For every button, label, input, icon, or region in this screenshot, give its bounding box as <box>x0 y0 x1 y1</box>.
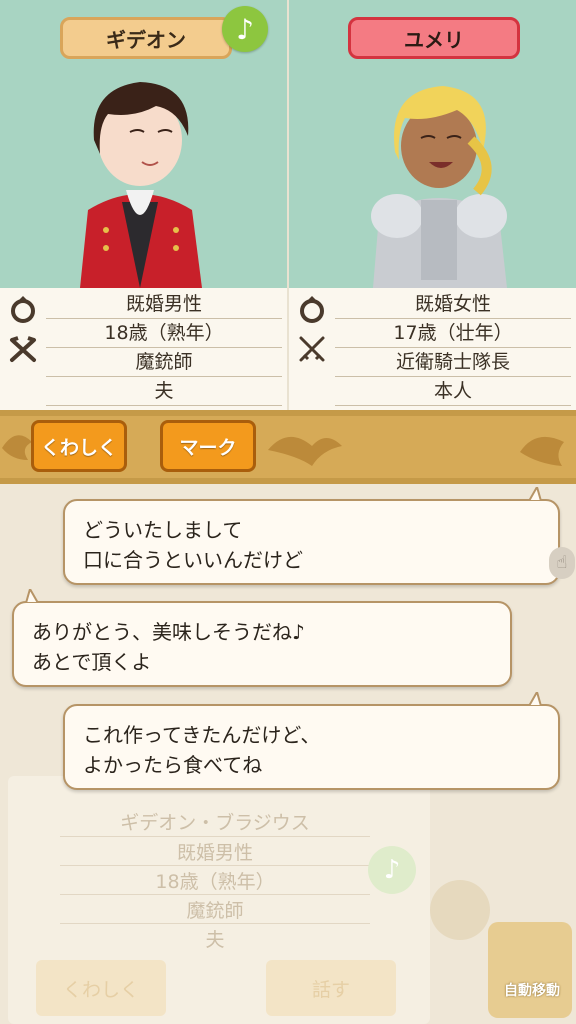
auto-move-button[interactable] <box>488 922 572 1018</box>
ring-icon <box>11 296 35 323</box>
age-left: 18歳（熟年） <box>46 319 282 348</box>
background-divider <box>60 894 370 895</box>
background-marital: 既婚男性 <box>176 842 253 864</box>
marital-status-left: 既婚男性 <box>46 290 282 319</box>
bubble-tail <box>527 487 543 501</box>
character-name-tag-left: ギデオン <box>60 17 232 59</box>
character-panel-right: ユメリ <box>289 0 576 288</box>
background-job: 魔銃師 <box>186 900 244 922</box>
age-right: 17歳（壮年） <box>335 319 571 348</box>
dialogue-line: あとで頂くよ <box>32 650 152 674</box>
ring-icon <box>300 296 324 323</box>
details-button[interactable]: くわしく <box>31 420 127 472</box>
bubble-tail <box>527 692 543 706</box>
character-name-tag-right: ユメリ <box>348 17 520 59</box>
background-relation: 夫 <box>205 929 225 951</box>
character-info-right: 既婚女性 17歳（壮年） 近衛騎士隊長 本人 <box>289 288 576 410</box>
marital-status-right: 既婚女性 <box>335 290 571 319</box>
background-details-button: くわしく <box>36 960 166 1016</box>
tap-hand-icon[interactable]: ☝ <box>549 547 575 579</box>
speech-bubble-right: どういたしまして 口に合うといいんだけど <box>63 487 560 585</box>
job-left: 魔銃師 <box>46 348 282 377</box>
relation-left: 夫 <box>46 377 282 406</box>
background-divider <box>60 923 370 924</box>
character-portrait-right <box>371 86 507 288</box>
crossed-swords-icon <box>299 336 325 362</box>
character-info-left: 既婚男性 18歳（熟年） 魔銃師 夫 <box>0 288 287 410</box>
dialogue-line: これ作ってきたんだけど、 <box>83 723 321 747</box>
dialogue-line: よかったら食べてね <box>83 753 263 777</box>
job-right: 近衛騎士隊長 <box>335 348 571 377</box>
background-age: 18歳（熟年） <box>155 871 275 893</box>
crossed-guns-icon <box>10 336 36 362</box>
auto-move-label: 自動移動 <box>504 983 560 999</box>
character-portrait-left <box>80 82 202 288</box>
background-music-icon: ♪ <box>368 846 416 894</box>
character-panel-left: ギデオン ♪ <box>0 0 287 288</box>
dialogue-line: 口に合うといいんだけど <box>83 548 303 572</box>
bubble-tail <box>24 589 40 603</box>
food-plate-image <box>430 880 490 940</box>
mark-button[interactable]: マーク <box>160 420 256 472</box>
speech-bubble-left: ありがとう、美味しそうだね♪ あとで頂くよ <box>12 589 512 687</box>
background-divider <box>60 865 370 866</box>
speech-bubble-right: これ作ってきたんだけど、 よかったら食べてね <box>63 692 560 790</box>
background-full-name: ギデオン・ブラジウス <box>120 812 310 834</box>
background-divider <box>60 836 370 837</box>
background-talk-button: 話す <box>266 960 396 1016</box>
dialogue-line: ありがとう、美味しそうだね♪ <box>32 620 305 644</box>
music-note-icon[interactable]: ♪ <box>222 6 268 52</box>
relation-right: 本人 <box>335 377 571 406</box>
dialogue-line: どういたしまして <box>83 518 243 542</box>
